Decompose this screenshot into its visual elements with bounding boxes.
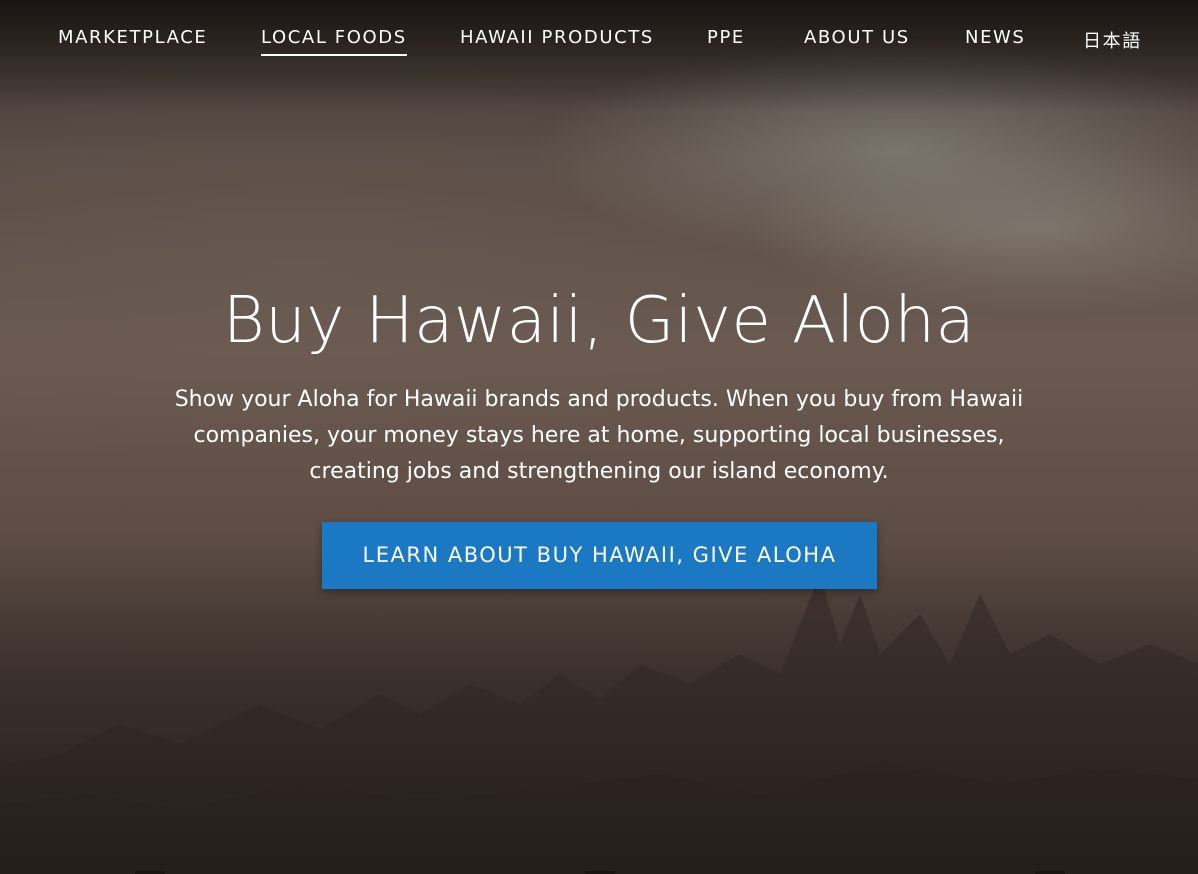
nav-item-hawaii-products[interactable]: HAWAII PRODUCTS bbox=[460, 27, 654, 54]
hero-description: Show your Aloha for Hawaii brands and pr… bbox=[174, 387, 1024, 484]
background-treeline bbox=[0, 554, 1198, 874]
learn-more-button[interactable]: LEARN ABOUT BUY HAWAII, GIVE ALOHA bbox=[322, 522, 877, 589]
main-nav: MARKETPLACE LOCAL FOODS HAWAII PRODUCTS … bbox=[0, 0, 1198, 78]
hero-page: MARKETPLACE LOCAL FOODS HAWAII PRODUCTS … bbox=[0, 0, 1198, 874]
nav-item-news[interactable]: NEWS bbox=[965, 27, 1025, 54]
nav-item-marketplace[interactable]: MARKETPLACE bbox=[58, 27, 207, 54]
hero-title: Buy Hawaii, Give Aloha bbox=[222, 284, 976, 358]
nav-item-about-us[interactable]: ABOUT US bbox=[804, 27, 910, 54]
nav-item-ppe[interactable]: PPE bbox=[707, 27, 745, 54]
nav-item-japanese[interactable]: 日本語 bbox=[1083, 27, 1142, 59]
nav-item-local-foods[interactable]: LOCAL FOODS bbox=[261, 27, 407, 56]
hero-section: Buy Hawaii, Give Aloha Show your Aloha f… bbox=[0, 280, 1198, 490]
